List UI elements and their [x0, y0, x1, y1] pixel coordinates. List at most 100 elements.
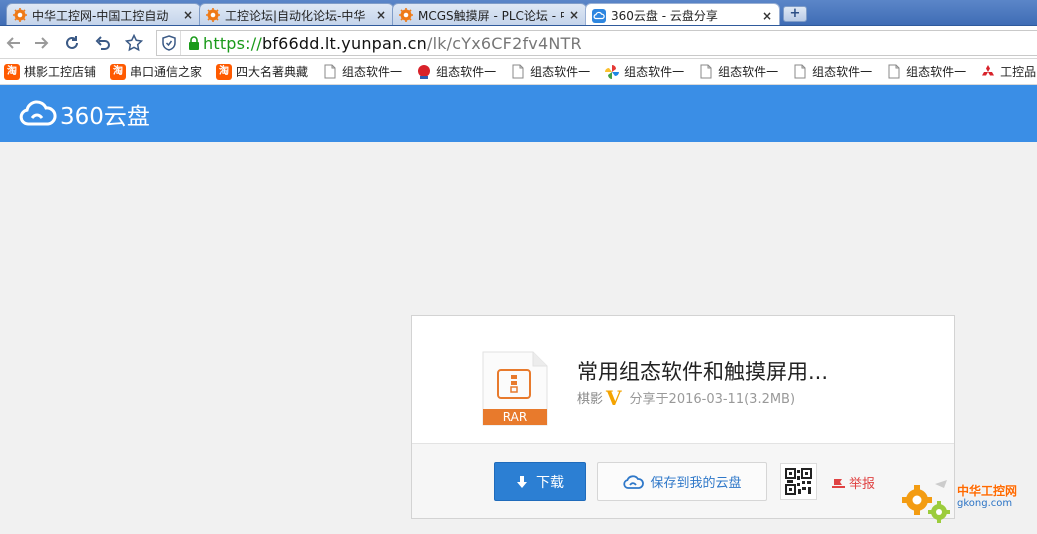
refresh-icon [66, 36, 78, 49]
save-to-cloud-button[interactable]: 保存到我的云盘 [597, 462, 767, 501]
page-icon [510, 64, 526, 80]
bookmark-label: 组态软件一 [624, 65, 685, 79]
bookmark-label: 四大名著典藏 [236, 65, 309, 79]
bookmark-item[interactable]: 组态软件一 [322, 63, 402, 80]
bookmark-item[interactable]: 淘 串口通信之家 [110, 63, 202, 80]
bookmark-item[interactable]: 组态软件一 [698, 63, 778, 80]
bookmark-item[interactable]: 组态软件一 [604, 63, 684, 80]
close-icon[interactable]: × [761, 10, 773, 22]
site-header: 360云盘 [0, 85, 1037, 142]
gear-logo-icon [902, 480, 950, 523]
address-toolbar: https://bf66dd.lt.yunpan.cn/lk/cYx6CF2fv… [0, 26, 1037, 59]
file-info-panel: RAR 常用组态软件和触摸屏用... 棋影 V 分享于2016-03-11(3.… [412, 316, 954, 443]
qr-code-button[interactable] [780, 463, 817, 500]
report-label: 举报 [849, 477, 876, 492]
rar-file-icon: RAR [481, 351, 548, 426]
arrow-left-icon [6, 37, 20, 49]
bookmark-item[interactable]: 淘 四大名著典藏 [216, 63, 308, 80]
arrow-right-icon [35, 37, 49, 49]
bookmark-item[interactable]: 组态软件一 [792, 63, 872, 80]
cloud-icon [592, 8, 606, 23]
address-bar[interactable]: https://bf66dd.lt.yunpan.cn/lk/cYx6CF2fv… [156, 30, 1037, 56]
bookmark-label: 棋影工控店铺 [24, 65, 97, 79]
refresh-button[interactable] [61, 32, 83, 54]
bookmark-star-button[interactable] [123, 32, 145, 54]
tab-title: 工控论坛|自动化论坛-中华 [225, 8, 366, 23]
gkong-watermark: 中华工控网 gkong.com [899, 474, 1035, 530]
bookmark-label: 组态软件一 [906, 65, 967, 79]
tab-gkong-forum[interactable]: 工控论坛|自动化论坛-中华 × [199, 3, 394, 25]
bookmark-label: 串口通信之家 [130, 65, 203, 79]
star-icon [125, 34, 143, 52]
red-ball-icon [416, 64, 432, 80]
tab-mcgs-forum[interactable]: MCGS触摸屏 - PLC论坛 - 中 × [392, 3, 587, 25]
logo-text: 360云盘 [60, 104, 150, 130]
qr-code-icon [785, 468, 812, 495]
share-card: RAR 常用组态软件和触摸屏用... 棋影 V 分享于2016-03-11(3.… [411, 315, 955, 519]
tab-360-yunpan[interactable]: 360云盘 - 云盘分享 × [585, 3, 780, 25]
diamond-icon [980, 64, 996, 80]
back-button[interactable] [3, 32, 25, 54]
taobao-glyph: 淘 [4, 63, 20, 80]
close-icon[interactable]: × [568, 9, 580, 21]
vip-badge: V [606, 385, 622, 410]
file-type-label: RAR [502, 410, 528, 424]
gear-icon [13, 8, 27, 22]
watermark-domain: gkong.com [957, 498, 1013, 509]
close-icon[interactable]: × [182, 9, 194, 21]
taobao-icon: 淘 [4, 63, 20, 80]
gear-icon [399, 8, 413, 22]
taobao-glyph: 淘 [110, 63, 127, 80]
download-button[interactable]: 下载 [494, 462, 586, 501]
bookmark-item[interactable]: 组态软件一 [886, 63, 966, 80]
gear-icon [206, 8, 220, 22]
new-tab-button[interactable]: + [783, 6, 807, 22]
url-path: /lk/cYx6CF2fv4NTR [426, 33, 582, 53]
page-icon [322, 64, 338, 80]
taobao-glyph: 淘 [216, 63, 233, 80]
forward-button[interactable] [30, 32, 52, 54]
shield-icon[interactable] [157, 31, 181, 55]
flag-icon [832, 478, 845, 488]
share-date: 分享于2016-03-11(3.2MB) [629, 392, 796, 407]
taobao-icon: 淘 [110, 63, 127, 80]
tab-title: 中华工控网-中国工控自动 [32, 8, 169, 23]
report-link[interactable]: 举报 [832, 473, 875, 492]
bookmark-item[interactable]: 工控品 [980, 63, 1036, 80]
bookmark-item[interactable]: 组态软件一 [510, 63, 590, 80]
undo-icon [95, 36, 110, 50]
cloud-icon [623, 474, 645, 489]
save-label: 保存到我的云盘 [650, 476, 742, 491]
bookmark-label: 组态软件一 [718, 65, 779, 79]
tab-gkong-home[interactable]: 中华工控网-中国工控自动 × [6, 3, 201, 25]
file-meta: 棋影 V 分享于2016-03-11(3.2MB) [577, 385, 796, 410]
page-icon [792, 64, 808, 80]
bookmark-label: 组态软件一 [530, 65, 591, 79]
url-text[interactable]: https://bf66dd.lt.yunpan.cn/lk/cYx6CF2fv… [203, 34, 582, 53]
undo-button[interactable] [92, 32, 114, 54]
bookmark-label: 工控品 [1000, 65, 1037, 79]
tab-strip: 中华工控网-中国工控自动 × 工控论坛|自动化论坛-中华 × MCGS触摸屏 -… [0, 0, 1037, 26]
file-name: 常用组态软件和触摸屏用... [577, 360, 829, 384]
download-label: 下载 [536, 474, 564, 491]
tab-title: MCGS触摸屏 - PLC论坛 - 中 [418, 8, 564, 23]
taobao-icon: 淘 [216, 63, 233, 80]
lock-icon [185, 31, 203, 55]
bookmark-label: 组态软件一 [436, 65, 497, 79]
bookmark-item[interactable]: 组态软件一 [416, 63, 496, 80]
action-bar: 下载 保存到我的云盘 举报 [412, 443, 954, 518]
page-icon [886, 64, 902, 80]
url-scheme: https:// [203, 33, 262, 53]
site-logo[interactable]: 360云盘 [18, 99, 150, 130]
page-icon [698, 64, 714, 80]
owner-name[interactable]: 棋影 [577, 388, 603, 407]
bookmark-item[interactable]: 淘 棋影工控店铺 [4, 63, 96, 80]
cloud-logo-icon [19, 100, 57, 126]
bookmark-label: 组态软件一 [812, 65, 873, 79]
bookmarks-bar: 淘 棋影工控店铺 淘 串口通信之家 淘 四大名著典藏 组态软件一 组态软件一 组… [0, 59, 1037, 85]
close-icon[interactable]: × [375, 9, 387, 21]
bookmark-label: 组态软件一 [342, 65, 403, 79]
pinwheel-icon [604, 64, 620, 80]
watermark-brand: 中华工控网 [957, 484, 1018, 498]
tab-title: 360云盘 - 云盘分享 [611, 9, 718, 23]
